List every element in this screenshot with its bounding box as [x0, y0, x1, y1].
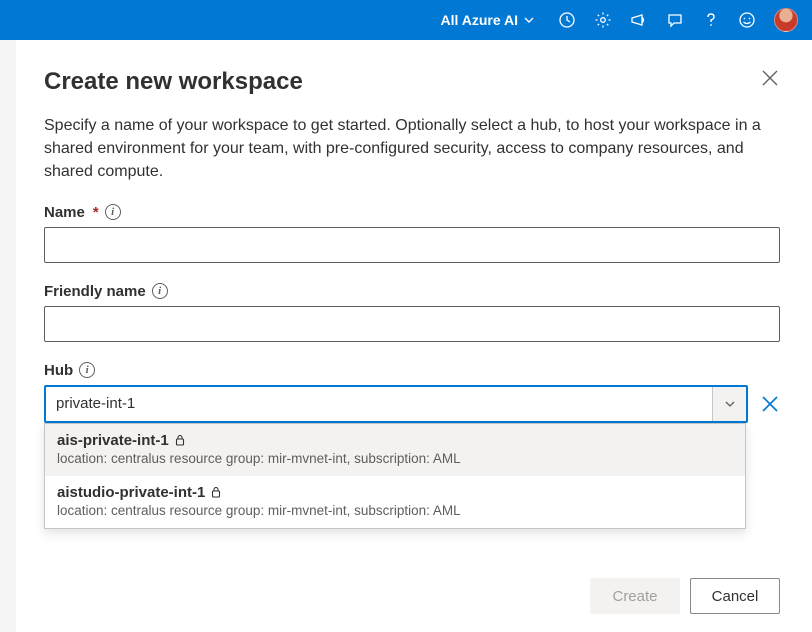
name-label: Name	[44, 204, 85, 221]
hub-option[interactable]: ais-private-int-1 location: centralus re…	[45, 424, 745, 476]
chevron-down-icon	[524, 15, 534, 25]
name-input[interactable]	[44, 227, 780, 263]
cancel-button[interactable]: Cancel	[690, 578, 780, 614]
panel-description: Specify a name of your workspace to get …	[44, 114, 764, 184]
panel-footer: Create Cancel	[590, 578, 780, 614]
hub-option-title: ais-private-int-1	[57, 432, 169, 449]
friendly-name-input[interactable]	[44, 306, 780, 342]
clear-icon[interactable]	[760, 394, 780, 414]
hub-dropdown: ais-private-int-1 location: centralus re…	[44, 423, 746, 529]
panel-title: Create new workspace	[44, 68, 303, 96]
hub-option-subtitle: location: centralus resource group: mir-…	[57, 451, 733, 466]
friendly-name-label: Friendly name	[44, 283, 146, 300]
scope-selector[interactable]: All Azure AI	[440, 12, 534, 28]
smile-icon[interactable]	[738, 11, 756, 29]
info-icon[interactable]: i	[152, 283, 168, 299]
hub-combobox[interactable]: ais-private-int-1 location: centralus re…	[44, 385, 748, 423]
chevron-down-icon[interactable]	[712, 387, 746, 421]
hub-label: Hub	[44, 362, 73, 379]
megaphone-icon[interactable]	[630, 11, 648, 29]
chat-icon[interactable]	[666, 11, 684, 29]
info-icon[interactable]: i	[79, 362, 95, 378]
name-field: Name * i	[44, 204, 780, 263]
clock-icon[interactable]	[558, 11, 576, 29]
hub-input[interactable]	[46, 387, 712, 421]
lock-icon	[209, 485, 223, 499]
gear-icon[interactable]	[594, 11, 612, 29]
required-asterisk: *	[93, 204, 99, 221]
close-icon[interactable]	[760, 68, 780, 88]
hub-option-title: aistudio-private-int-1	[57, 484, 205, 501]
hub-option-subtitle: location: centralus resource group: mir-…	[57, 503, 733, 518]
top-bar: All Azure AI	[0, 0, 812, 40]
scope-label: All Azure AI	[440, 12, 518, 28]
hub-field: Hub i ais-private-int-1	[44, 362, 780, 423]
help-icon[interactable]	[702, 11, 720, 29]
lock-icon	[173, 433, 187, 447]
info-icon[interactable]: i	[105, 204, 121, 220]
create-workspace-panel: Create new workspace Specify a name of y…	[16, 40, 812, 632]
hub-option[interactable]: aistudio-private-int-1 location: central…	[45, 476, 745, 528]
friendly-name-field: Friendly name i	[44, 283, 780, 342]
create-button: Create	[590, 578, 680, 614]
avatar[interactable]	[774, 8, 798, 32]
